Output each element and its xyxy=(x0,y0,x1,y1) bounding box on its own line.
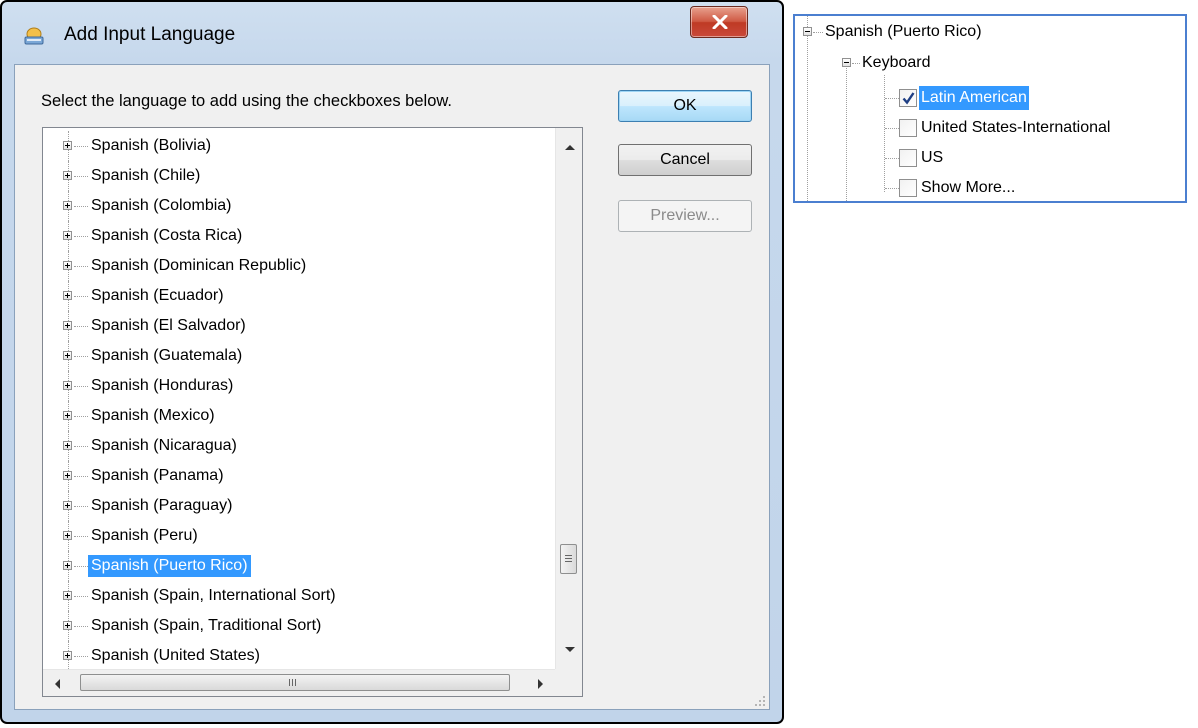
language-label[interactable]: Spanish (Guatemala) xyxy=(88,345,245,367)
language-label[interactable]: Spanish (Peru) xyxy=(88,525,201,547)
add-input-language-dialog: Add Input Language Select the language t… xyxy=(0,0,784,724)
keyboard-checkbox[interactable] xyxy=(899,179,917,197)
plus-expander-icon[interactable] xyxy=(63,561,72,570)
language-label[interactable]: Spanish (Bolivia) xyxy=(88,135,214,157)
language-label[interactable]: Spanish (Spain, International Sort) xyxy=(88,585,339,607)
tree-row[interactable]: Spanish (Honduras) xyxy=(43,371,555,401)
plus-expander-icon[interactable] xyxy=(63,591,72,600)
language-label[interactable]: Spanish (Chile) xyxy=(88,165,203,187)
keyboard-label[interactable]: US xyxy=(919,146,945,170)
scroll-corner xyxy=(555,669,582,696)
dialog-title: Add Input Language xyxy=(64,24,236,45)
title-bar[interactable]: Add Input Language xyxy=(2,2,782,64)
checkmark-icon xyxy=(902,92,915,105)
plus-expander-icon[interactable] xyxy=(63,201,72,210)
keyboard-label[interactable]: Latin American xyxy=(919,86,1029,110)
tree-row[interactable]: Spanish (Spain, Traditional Sort) xyxy=(43,611,555,641)
resize-grip-icon[interactable] xyxy=(752,693,766,707)
plus-expander-icon[interactable] xyxy=(63,381,72,390)
tree-row[interactable]: Spanish (Ecuador) xyxy=(43,281,555,311)
language-label[interactable]: Spanish (United States) xyxy=(88,645,263,667)
plus-expander-icon[interactable] xyxy=(63,501,72,510)
plus-expander-icon[interactable] xyxy=(63,141,72,150)
language-label[interactable]: Spanish (El Salvador) xyxy=(88,315,249,337)
tree-row[interactable]: Spanish (Colombia) xyxy=(43,191,555,221)
tree-row[interactable]: Spanish (Peru) xyxy=(43,521,555,551)
vertical-scroll-thumb[interactable] xyxy=(560,544,577,574)
plus-expander-icon[interactable] xyxy=(63,531,72,540)
minus-expander-icon[interactable] xyxy=(842,58,851,67)
tree-row[interactable]: Spanish (United States) xyxy=(43,641,555,671)
plus-expander-icon[interactable] xyxy=(63,621,72,630)
language-label[interactable]: Spanish (Colombia) xyxy=(88,195,235,217)
tree-row[interactable]: Spanish (Nicaragua) xyxy=(43,431,555,461)
plus-expander-icon[interactable] xyxy=(63,471,72,480)
close-icon xyxy=(712,15,728,29)
tree-row[interactable]: Spanish (Mexico) xyxy=(43,401,555,431)
language-label[interactable]: Spanish (Paraguay) xyxy=(88,495,235,517)
language-label[interactable]: Spanish (Ecuador) xyxy=(88,285,227,307)
plus-expander-icon[interactable] xyxy=(63,411,72,420)
keyboard-checkbox[interactable] xyxy=(899,119,917,137)
plus-expander-icon[interactable] xyxy=(63,291,72,300)
keyboard-label[interactable]: Show More... xyxy=(919,176,1017,200)
vertical-scrollbar[interactable] xyxy=(555,128,582,669)
dialog-client-area: Select the language to add using the che… xyxy=(14,64,770,710)
minus-expander-icon[interactable] xyxy=(803,27,812,36)
language-label[interactable]: Spanish (Puerto Rico) xyxy=(88,555,251,577)
tree-row[interactable]: Spanish (Paraguay) xyxy=(43,491,555,521)
cancel-button[interactable]: Cancel xyxy=(618,144,752,176)
scroll-right-arrow-icon[interactable] xyxy=(538,679,543,689)
scroll-up-arrow-icon[interactable] xyxy=(565,145,575,150)
plus-expander-icon[interactable] xyxy=(63,171,72,180)
instruction-text: Select the language to add using the che… xyxy=(41,92,452,110)
language-label[interactable]: Spanish (Mexico) xyxy=(88,405,218,427)
language-label[interactable]: Spanish (Dominican Republic) xyxy=(88,255,309,277)
keyboard-label[interactable]: United States-International xyxy=(919,116,1112,140)
tree-row[interactable]: Spanish (Panama) xyxy=(43,461,555,491)
ok-button[interactable]: OK xyxy=(618,90,752,122)
inset-language-label[interactable]: Spanish (Puerto Rico) xyxy=(823,20,984,44)
keyboard-globe-icon xyxy=(22,24,46,48)
close-button[interactable] xyxy=(690,6,748,38)
horizontal-scrollbar[interactable] xyxy=(43,669,555,696)
tree-row[interactable]: Spanish (Costa Rica) xyxy=(43,221,555,251)
tree-row[interactable]: Spanish (El Salvador) xyxy=(43,311,555,341)
tree-row[interactable]: Spanish (Chile) xyxy=(43,161,555,191)
plus-expander-icon[interactable] xyxy=(63,351,72,360)
preview-button[interactable]: Preview... xyxy=(618,200,752,232)
keyboard-checkbox[interactable] xyxy=(899,149,917,167)
keyboard-selection-inset: Spanish (Puerto Rico) Keyboard Latin Ame… xyxy=(793,14,1187,203)
scroll-left-arrow-icon[interactable] xyxy=(55,679,60,689)
tree-row[interactable]: Spanish (Spain, International Sort) xyxy=(43,581,555,611)
language-label[interactable]: Spanish (Nicaragua) xyxy=(88,435,240,457)
language-label[interactable]: Spanish (Costa Rica) xyxy=(88,225,245,247)
plus-expander-icon[interactable] xyxy=(63,261,72,270)
plus-expander-icon[interactable] xyxy=(63,231,72,240)
tree-row[interactable]: Spanish (Dominican Republic) xyxy=(43,251,555,281)
tree-row[interactable]: Spanish (Bolivia) xyxy=(43,131,555,161)
tree-row[interactable]: Spanish (Puerto Rico) xyxy=(43,551,555,581)
scroll-down-arrow-icon[interactable] xyxy=(565,647,575,652)
language-tree[interactable]: Spanish (Bolivia) Spanish (Chile) Spanish … xyxy=(42,127,583,697)
inset-keyboard-label[interactable]: Keyboard xyxy=(860,51,933,75)
language-label[interactable]: Spanish (Spain, Traditional Sort) xyxy=(88,615,324,637)
plus-expander-icon[interactable] xyxy=(63,441,72,450)
keyboard-checkbox[interactable] xyxy=(899,89,917,107)
plus-expander-icon[interactable] xyxy=(63,651,72,660)
tree-row[interactable]: Spanish (Guatemala) xyxy=(43,341,555,371)
horizontal-scroll-thumb[interactable] xyxy=(80,674,510,691)
plus-expander-icon[interactable] xyxy=(63,321,72,330)
language-label[interactable]: Spanish (Honduras) xyxy=(88,375,236,397)
language-label[interactable]: Spanish (Panama) xyxy=(88,465,227,487)
